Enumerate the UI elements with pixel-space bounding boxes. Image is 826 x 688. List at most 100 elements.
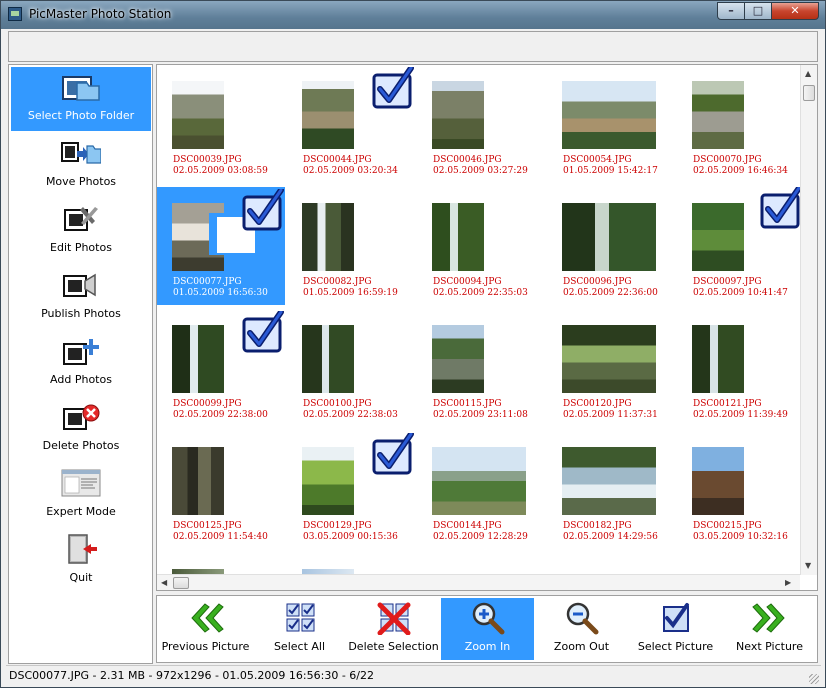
photo-date: 02.05.2009 03:27:29: [433, 166, 528, 176]
photo-image: [432, 447, 526, 515]
photo-thumbnail[interactable]: DSC00120.JPG 02.05.2009 11:37:31: [547, 309, 675, 427]
photo-date: 01.05.2009 16:59:19: [303, 288, 398, 298]
delete-selection-button[interactable]: Delete Selection: [347, 598, 440, 660]
photo-date-text: 02.05.2009 22:38:00: [173, 410, 268, 420]
maximize-icon: □: [752, 4, 764, 17]
photo-filename-text: DSC00120.JPG: [563, 399, 632, 409]
photo-thumbnail[interactable]: DSC00121.JPG 02.05.2009 11:39:49: [677, 309, 805, 427]
status-text: DSC00077.JPG - 2.31 MB - 972x1296 - 01.0…: [9, 669, 374, 682]
photo-date-text: 02.05.2009 16:46:34: [693, 166, 788, 176]
sidebar-item-delete-photos[interactable]: Delete Photos: [11, 397, 151, 461]
photo-thumbnail[interactable]: DSC00070.JPG 02.05.2009 16:46:34: [677, 65, 805, 183]
photo-filename: DSC00046.JPG: [433, 155, 502, 165]
photo-date: 02.05.2009 03:20:34: [303, 166, 398, 176]
photo-filename: DSC00120.JPG: [563, 399, 632, 409]
photo-thumbnail[interactable]: DSC00039.JPG 02.05.2009 03:08:59: [157, 65, 285, 183]
sidebar-item-expert-mode[interactable]: Expert Mode: [11, 463, 151, 527]
photo-thumbnail[interactable]: DSC00115.JPG 02.05.2009 23:11:08: [417, 309, 545, 427]
previous-picture-icon: [188, 601, 224, 635]
checkmark-icon[interactable]: [241, 309, 285, 355]
photo-image: [562, 325, 656, 393]
sidebar-item-publish-photos[interactable]: Publish Photos: [11, 265, 151, 329]
checkmark-icon[interactable]: [371, 65, 415, 111]
title-bar[interactable]: PicMaster Photo Station – □ ✕: [1, 1, 825, 29]
add-photos-icon: [61, 335, 101, 367]
photo-filename-text: DSC00129.JPG: [303, 521, 372, 531]
resize-grip-icon[interactable]: [809, 674, 819, 684]
photo-image: [302, 81, 354, 149]
window-title: PicMaster Photo Station: [29, 7, 172, 21]
photo-filename: DSC00144.JPG: [433, 521, 502, 531]
photo-thumbnail[interactable]: DSC00096.JPG 02.05.2009 22:36:00: [547, 187, 675, 305]
photo-image: [692, 325, 744, 393]
sidebar-item-label: Edit Photos: [50, 241, 112, 254]
photo-date: 02.05.2009 11:39:49: [693, 410, 788, 420]
photo-filename: DSC00125.JPG: [173, 521, 242, 531]
photo-thumbnail[interactable]: DSC00082.JPG 01.05.2009 16:59:19: [287, 187, 415, 305]
photo-thumbnail[interactable]: DSC00144.JPG 02.05.2009 12:28:29: [417, 431, 545, 549]
photo-filename-text: DSC00215.JPG: [693, 521, 762, 531]
scroll-down-arrow-icon[interactable]: ▼: [805, 561, 811, 571]
sidebar-item-label: Publish Photos: [41, 307, 121, 320]
photo-date-text: 02.05.2009 11:37:31: [563, 410, 658, 420]
select-picture-button[interactable]: Select Picture: [629, 598, 722, 660]
scroll-up-arrow-icon[interactable]: ▲: [805, 69, 811, 79]
photo-thumbnail[interactable]: DSC00094.JPG 02.05.2009 22:35:03: [417, 187, 545, 305]
select-all-button[interactable]: Select All: [253, 598, 346, 660]
checkmark-icon[interactable]: [759, 185, 803, 231]
photo-thumbnail[interactable]: DSC00077.JPG 01.05.2009 16:56:30: [157, 187, 285, 305]
photo-date: 02.05.2009 22:35:03: [433, 288, 528, 298]
photo-image: [692, 203, 744, 271]
minimize-button[interactable]: –: [717, 2, 745, 20]
next-picture-button[interactable]: Next Picture: [723, 598, 816, 660]
photo-filename: DSC00094.JPG: [433, 277, 502, 287]
scroll-right-arrow-icon[interactable]: ▶: [785, 578, 791, 588]
photo-thumbnail[interactable]: DSC00100.JPG 02.05.2009 22:38:03: [287, 309, 415, 427]
close-button[interactable]: ✕: [771, 2, 819, 20]
close-icon: ✕: [790, 4, 800, 17]
photo-date: 02.05.2009 16:46:34: [693, 166, 788, 176]
previous-picture-button[interactable]: Previous Picture: [159, 598, 252, 660]
photo-image: [432, 325, 484, 393]
zoom-out-button[interactable]: Zoom Out: [535, 598, 628, 660]
sidebar-item-move-photos[interactable]: Move Photos: [11, 133, 151, 197]
photo-thumbnail[interactable]: DSC00129.JPG 03.05.2009 00:15:36: [287, 431, 415, 549]
sidebar-item-edit-photos[interactable]: Edit Photos: [11, 199, 151, 263]
photo-image: [692, 81, 744, 149]
photo-thumbnail[interactable]: DSC00046.JPG 02.05.2009 03:27:29: [417, 65, 545, 183]
photo-thumbnail[interactable]: DSC00054.JPG 01.05.2009 15:42:17: [547, 65, 675, 183]
photo-thumbnail[interactable]: DSC00215.JPG 03.05.2009 10:32:16: [677, 431, 805, 549]
status-bar: DSC00077.JPG - 2.31 MB - 972x1296 - 01.0…: [6, 665, 821, 686]
photo-date: 01.05.2009 16:56:30: [173, 288, 268, 298]
maximize-button[interactable]: □: [744, 2, 772, 20]
photo-filename-text: DSC00082.JPG: [303, 277, 372, 287]
horizontal-scrollbar[interactable]: ◀ ▶: [157, 574, 800, 590]
photo-thumbnail[interactable]: DSC00125.JPG 02.05.2009 11:54:40: [157, 431, 285, 549]
sidebar-item-select-photo-folder[interactable]: Select Photo Folder: [11, 67, 151, 131]
photo-date-text: 02.05.2009 03:27:29: [433, 166, 528, 176]
photo-thumbnail[interactable]: DSC00099.JPG 02.05.2009 22:38:00: [157, 309, 285, 427]
toolbar-button-label: Zoom Out: [553, 640, 610, 653]
photo-thumbnail[interactable]: DSC00182.JPG 02.05.2009 14:29:56: [547, 431, 675, 549]
photo-date-text: 02.05.2009 23:11:08: [433, 410, 528, 420]
bottom-toolbar: Previous Picture Select All Delete Selecti…: [156, 595, 818, 663]
vertical-scrollbar[interactable]: ▲ ▼: [800, 65, 817, 575]
quit-icon: [61, 533, 101, 565]
horizontal-scroll-thumb[interactable]: [173, 577, 189, 589]
checkmark-icon[interactable]: [371, 431, 415, 477]
photo-filename-text: DSC00125.JPG: [173, 521, 242, 531]
photo-filename-text: DSC00115.JPG: [433, 399, 502, 409]
checkmark-icon[interactable]: [241, 187, 285, 233]
sidebar-item-quit[interactable]: Quit: [11, 529, 151, 593]
photo-thumbnail[interactable]: DSC00044.JPG 02.05.2009 03:20:34: [287, 65, 415, 183]
scroll-left-arrow-icon[interactable]: ◀: [161, 578, 167, 588]
photo-date-text: 01.05.2009 15:42:17: [563, 166, 658, 176]
expert-mode-icon: [61, 467, 101, 499]
photo-image: [562, 203, 656, 271]
vertical-scroll-thumb[interactable]: [803, 85, 815, 101]
photo-image: [172, 325, 224, 393]
photo-image: [302, 447, 354, 515]
zoom-in-button[interactable]: Zoom In: [441, 598, 534, 660]
sidebar-item-add-photos[interactable]: Add Photos: [11, 331, 151, 395]
photo-thumbnail[interactable]: DSC00097.JPG 02.05.2009 10:41:47: [677, 185, 805, 305]
